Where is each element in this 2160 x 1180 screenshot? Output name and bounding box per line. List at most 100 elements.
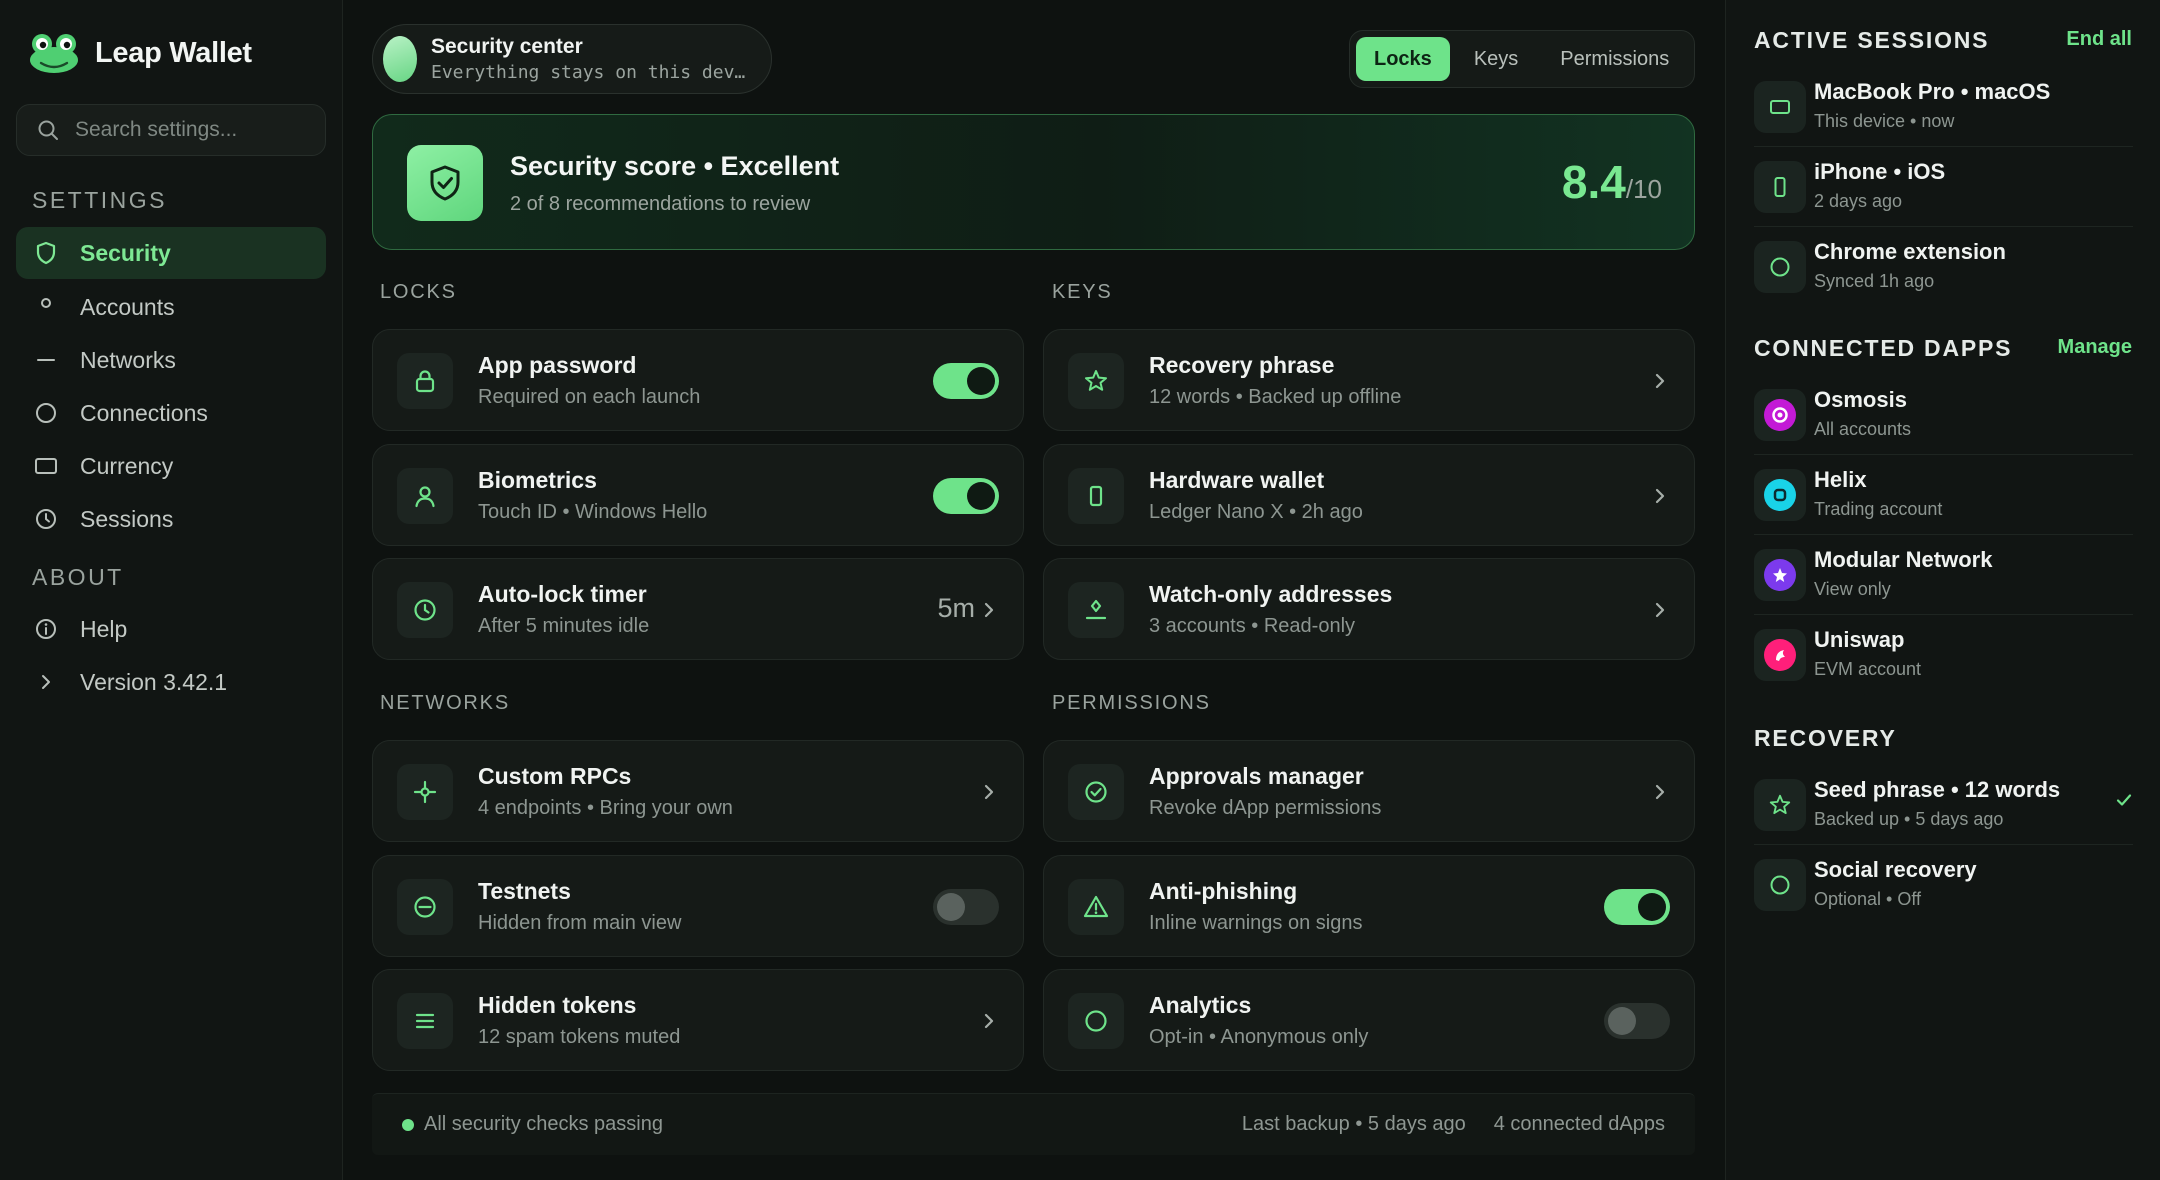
end-all-sessions-button[interactable]: End all: [2066, 28, 2132, 51]
card-title: App password: [478, 352, 637, 378]
about-section-label: ABOUT: [32, 564, 124, 590]
biometrics-toggle[interactable]: [933, 478, 999, 514]
section-title-locks: LOCKS: [380, 281, 457, 303]
analytics-toggle[interactable]: [1604, 1003, 1670, 1039]
sidebar-item-networks[interactable]: Networks: [16, 334, 326, 386]
card-analytics[interactable]: Analytics Opt-in • Anonymous only: [1043, 969, 1695, 1071]
clock-icon: [397, 582, 453, 638]
sidebar-item-label: Currency: [80, 452, 174, 479]
chevron-right-icon: [1648, 366, 1672, 396]
score-subtitle: 2 of 8 recommendations to review: [510, 193, 811, 215]
connected-dapps-title: CONNECTED DAPPS: [1754, 335, 2013, 361]
card-title: Testnets: [478, 878, 571, 904]
clock-icon: [34, 507, 58, 531]
recovery-title: RECOVERY: [1754, 725, 1897, 751]
dapp-title: Modular Network: [1814, 547, 1993, 572]
section-title-permissions: PERMISSIONS: [1052, 692, 1211, 714]
shield-check-icon: [407, 145, 483, 221]
sidebar-item-currency[interactable]: Currency: [16, 440, 326, 492]
dapp-subtitle: All accounts: [1814, 419, 1912, 439]
recovery-item[interactable]: Social recovery Optional • Off: [1754, 845, 2133, 925]
laptop-icon: [1754, 81, 1806, 133]
uniswap-logo-icon: [1754, 629, 1806, 681]
card-auto-lock-timer[interactable]: Auto-lock timer After 5 minutes idle 5m: [372, 558, 1024, 660]
session-subtitle: 2 days ago: [1814, 191, 1903, 211]
sidebar-item-sessions[interactable]: Sessions: [16, 493, 326, 545]
dapp-item[interactable]: Osmosis All accounts: [1754, 375, 2133, 455]
tab-locks[interactable]: Locks: [1356, 37, 1450, 81]
dapp-item[interactable]: Modular Network View only: [1754, 535, 2133, 615]
active-sessions-title: ACTIVE SESSIONS: [1754, 27, 1990, 53]
dapp-subtitle: Trading account: [1814, 499, 1943, 519]
card-subtitle: Hidden from main view: [478, 912, 682, 934]
security-score-card[interactable]: Security score • Excellent 2 of 8 recomm…: [372, 114, 1695, 250]
sidebar-item-label: Version 3.42.1: [80, 668, 228, 695]
dapp-item[interactable]: Helix Trading account: [1754, 455, 2133, 535]
chevron-right-icon: [1648, 481, 1672, 511]
tab-permissions[interactable]: Permissions: [1542, 37, 1687, 81]
card-hardware-wallet[interactable]: Hardware wallet Ledger Nano X • 2h ago: [1043, 444, 1695, 546]
card-approvals-manager[interactable]: Approvals manager Revoke dApp permission…: [1043, 740, 1695, 842]
sidebar-item-label: Connections: [80, 399, 208, 426]
sidebar-item-help[interactable]: Help: [16, 603, 326, 655]
sidebar-item-label: Help: [80, 615, 128, 642]
card-watch-only-addresses[interactable]: Watch-only addresses 3 accounts • Read-o…: [1043, 558, 1695, 660]
chevron-right-icon: [1648, 595, 1672, 625]
sidebar-item-version[interactable]: Version 3.42.1: [16, 656, 326, 708]
session-item[interactable]: MacBook Pro • macOS This device • now: [1754, 67, 2133, 147]
card-subtitle: Revoke dApp permissions: [1149, 797, 1382, 819]
session-item[interactable]: iPhone • iOS 2 days ago: [1754, 147, 2133, 227]
card-app-password[interactable]: App password Required on each launch: [372, 329, 1024, 431]
card-subtitle: Touch ID • Windows Hello: [478, 501, 708, 523]
session-title: Chrome extension: [1814, 239, 2006, 264]
status-dot-icon: [402, 1118, 414, 1131]
session-subtitle: This device • now: [1814, 111, 1955, 131]
card-hidden-tokens[interactable]: Hidden tokens 12 spam tokens muted: [372, 969, 1024, 1071]
card-biometrics[interactable]: Biometrics Touch ID • Windows Hello: [372, 444, 1024, 546]
crosshair-icon: [397, 764, 453, 820]
card-subtitle: 12 spam tokens muted: [478, 1026, 681, 1048]
card-anti-phishing[interactable]: Anti-phishing Inline warnings on signs: [1043, 855, 1695, 957]
recovery-item[interactable]: Seed phrase • 12 words Backed up • 5 day…: [1754, 765, 2133, 845]
checks-status: All security checks passing: [402, 1113, 663, 1136]
testnets-toggle[interactable]: [933, 889, 999, 925]
dapp-subtitle: EVM account: [1814, 659, 1922, 679]
no-entry-icon: [397, 879, 453, 935]
card-title: Anti-phishing: [1149, 878, 1298, 904]
card-custom-rpcs[interactable]: Custom RPCs 4 endpoints • Bring your own: [372, 740, 1024, 842]
chevron-right-icon: [34, 670, 58, 694]
manage-dapps-button[interactable]: Manage: [2058, 336, 2132, 359]
card-title: Custom RPCs: [478, 763, 632, 789]
recovery-title-text: Seed phrase • 12 words: [1814, 777, 2061, 802]
session-item[interactable]: Chrome extension Synced 1h ago: [1754, 227, 2133, 307]
sidebar-item-label: Networks: [80, 346, 176, 373]
dapp-subtitle: View only: [1814, 579, 1891, 599]
card-recovery-phrase[interactable]: Recovery phrase 12 words • Backed up off…: [1043, 329, 1695, 431]
right-panel: ACTIVE SESSIONS End all MacBook Pro • ma…: [1725, 0, 2160, 1180]
tab-keys[interactable]: Keys: [1456, 37, 1536, 81]
sidebar-item-security[interactable]: Security: [16, 227, 326, 279]
shield-icon: [34, 241, 58, 265]
lock-icon: [397, 353, 453, 409]
card-title: Recovery phrase: [1149, 352, 1335, 378]
search-box[interactable]: [16, 104, 326, 156]
anti-phishing-toggle[interactable]: [1604, 889, 1670, 925]
checks-status-text: All security checks passing: [424, 1113, 663, 1135]
sidebar-item-connections[interactable]: Connections: [16, 387, 326, 439]
score-value: 8.4/10: [1561, 156, 1662, 208]
search-input[interactable]: [75, 118, 305, 142]
sidebar-item-accounts[interactable]: Accounts: [16, 281, 326, 333]
last-backup-text: Last backup • 5 days ago: [1241, 1113, 1466, 1135]
security-center-chip[interactable]: Security center Everything stays on this…: [372, 24, 772, 94]
warning-icon: [1068, 879, 1124, 935]
card-subtitle: Opt-in • Anonymous only: [1149, 1026, 1369, 1048]
session-title: MacBook Pro • macOS: [1814, 79, 2051, 104]
card-subtitle: 3 accounts • Read-only: [1149, 615, 1356, 637]
list-icon: [397, 993, 453, 1049]
modular-network-logo-icon: [1754, 549, 1806, 601]
dapp-item[interactable]: Uniswap EVM account: [1754, 615, 2133, 695]
brand[interactable]: Leap Wallet: [27, 32, 252, 74]
app-password-toggle[interactable]: [933, 363, 999, 399]
page-subtitle: Everything stays on this dev…: [431, 62, 746, 83]
card-testnets[interactable]: Testnets Hidden from main view: [372, 855, 1024, 957]
